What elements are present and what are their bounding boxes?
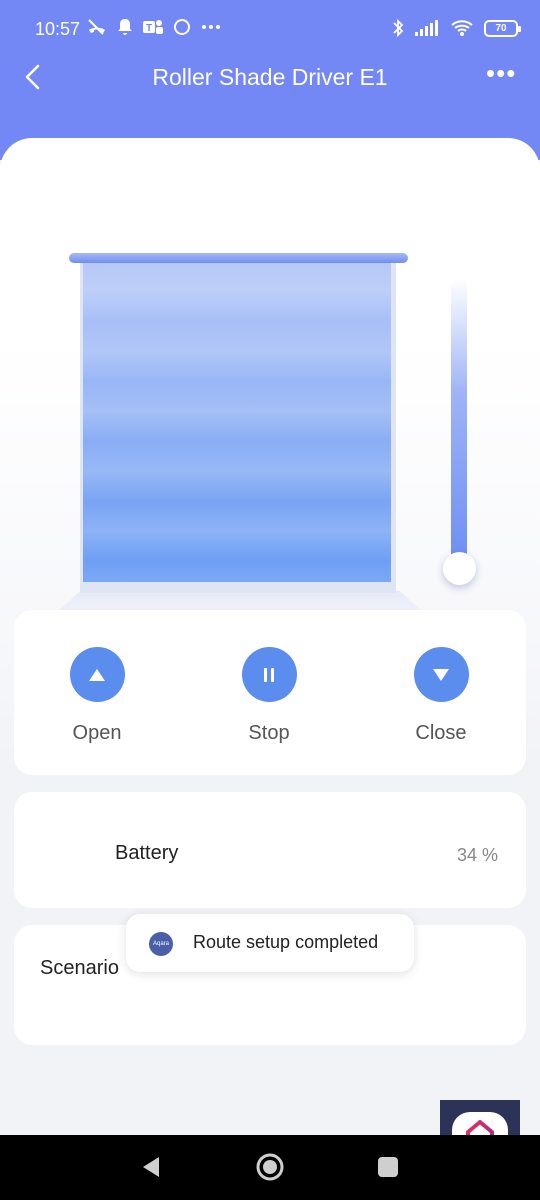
teams-icon: T — [143, 20, 163, 34]
more-dots-icon — [202, 25, 220, 29]
battery-label: Battery — [115, 842, 179, 864]
position-slider-track[interactable] — [451, 278, 467, 568]
shade-rod — [69, 253, 408, 263]
system-back-button[interactable] — [140, 1155, 162, 1179]
close-label: Close — [415, 722, 467, 744]
stop-control[interactable]: Stop — [219, 647, 319, 745]
close-control[interactable]: Close — [391, 647, 491, 745]
position-slider-handle[interactable] — [443, 552, 476, 585]
system-recents-button[interactable] — [378, 1157, 398, 1177]
page-title: Roller Shade Driver E1 — [152, 64, 388, 90]
signal-icon — [415, 20, 438, 36]
missed-call-icon — [88, 19, 105, 35]
toast-message: Route setup completed — [193, 932, 379, 952]
close-button[interactable] — [413, 647, 469, 702]
toast-notification: Aqara Route setup completed — [126, 914, 414, 972]
circle-icon — [174, 19, 190, 35]
triangle-up-icon — [89, 668, 105, 681]
open-control[interactable]: Open — [47, 647, 147, 745]
triangle-down-icon — [433, 668, 449, 681]
open-button[interactable] — [69, 647, 125, 702]
status-icons-right: 70 — [392, 18, 521, 38]
wifi-icon — [451, 20, 473, 36]
status-icons-left: T — [86, 18, 222, 36]
roller-shade-cloth — [83, 261, 391, 582]
battery-card[interactable]: Battery 34 % — [14, 792, 526, 908]
status-time: 10:57 — [35, 19, 81, 39]
bluetooth-icon — [393, 18, 404, 38]
system-navigation-bar — [0, 1135, 540, 1200]
battery-icon: 70 — [484, 19, 521, 37]
battery-value: 34 % — [456, 845, 498, 865]
aqara-logo-icon: Aqara — [149, 932, 173, 956]
stop-button[interactable] — [241, 647, 297, 702]
scenario-label: Scenario — [40, 957, 119, 979]
stop-label: Stop — [248, 722, 290, 744]
notification-bell-icon — [118, 19, 132, 35]
navigation-bar: Roller Shade Driver E1 ••• — [0, 50, 540, 102]
system-home-button[interactable] — [255, 1152, 285, 1182]
open-label: Open — [72, 722, 122, 744]
svg-text:T: T — [146, 23, 152, 34]
controls-card: Open Stop Close — [14, 610, 526, 775]
more-options-button[interactable]: ••• — [486, 60, 518, 90]
pause-icon — [264, 667, 274, 682]
